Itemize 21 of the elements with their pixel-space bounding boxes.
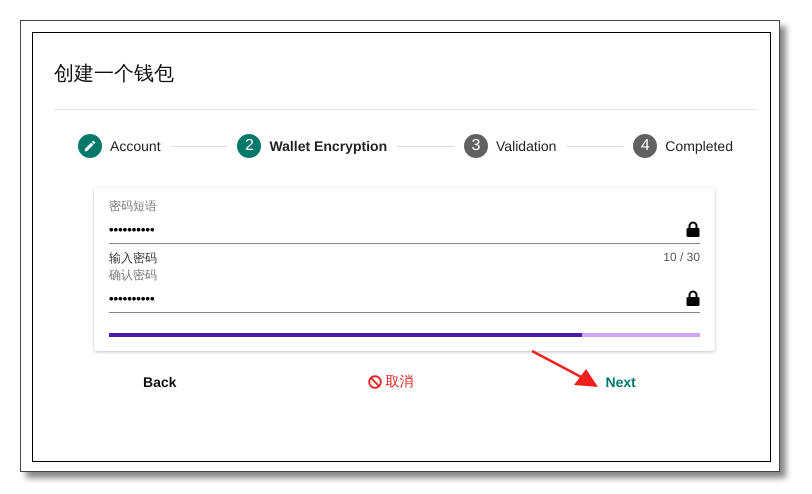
password-field[interactable]: •••••••••• (109, 215, 700, 244)
step-label[interactable]: Completed (665, 138, 733, 154)
step-number: 3 (464, 134, 488, 158)
cancel-button[interactable]: 取消 (352, 365, 430, 399)
page-title: 创建一个钱包 (54, 62, 175, 87)
step-number: 4 (633, 134, 658, 158)
field-label: 确认密码 (109, 267, 158, 284)
next-button[interactable]: Next (589, 365, 652, 399)
step-number: 2 (237, 134, 262, 158)
lock-icon (686, 290, 700, 306)
char-counter: 10 / 30 (663, 250, 700, 266)
field-label: 密码短语 (109, 198, 158, 215)
no-entry-icon (368, 375, 382, 389)
pencil-icon (78, 134, 102, 158)
password-field[interactable]: •••••••••• (109, 284, 700, 313)
back-button[interactable]: Back (127, 365, 192, 399)
step-label[interactable]: Validation (496, 138, 556, 154)
step-label[interactable]: Account (110, 138, 161, 154)
lock-icon (686, 221, 700, 237)
field-hint: 输入密码 (109, 250, 157, 267)
step-label[interactable]: Wallet Encryption (269, 138, 388, 154)
